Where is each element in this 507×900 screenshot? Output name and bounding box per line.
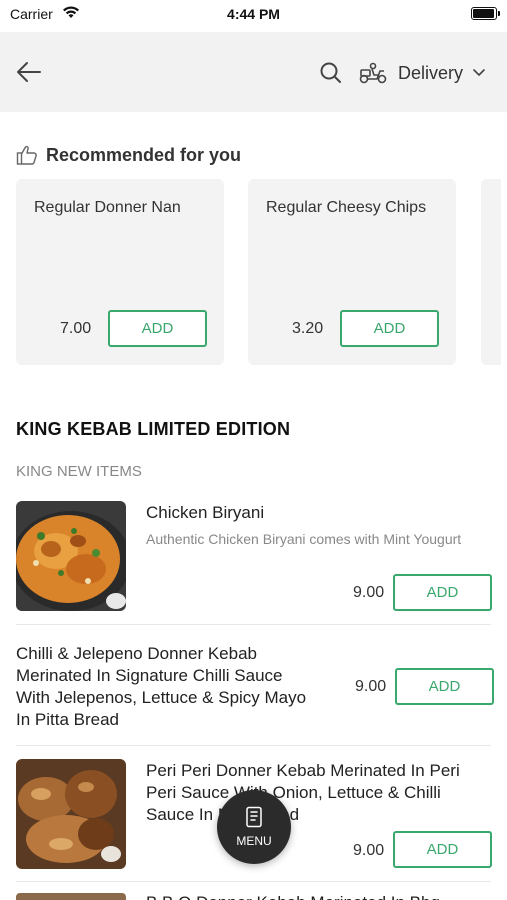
menu-item-name: B.B.Q Donner Kebab Merinated In Bbq <box>146 892 440 900</box>
add-button[interactable]: ADD <box>393 574 492 611</box>
add-button[interactable]: ADD <box>108 310 207 347</box>
category-title: KING KEBAB LIMITED EDITION <box>16 419 291 439</box>
add-button[interactable]: ADD <box>395 668 494 705</box>
bbq-kebab-image[interactable] <box>16 893 126 900</box>
menu-item-price: 9.00 <box>355 678 387 695</box>
recommended-item-name: Regular Cheesy Chips <box>266 199 427 216</box>
back-arrow-icon[interactable] <box>14 58 44 86</box>
menu-item-name: Chilli & Jelepeno Donner Kebab Merinated… <box>16 644 307 729</box>
recommended-title: Recommended for you <box>46 144 242 165</box>
recommended-item-price: 3.20 <box>292 320 324 337</box>
divider <box>16 881 491 882</box>
menu-item-name: Chicken Biryani <box>146 503 265 522</box>
menu-item-name: Peri Peri Donner Kebab Merinated In Peri… <box>146 761 460 824</box>
battery-icon <box>471 7 500 20</box>
menu-item-price: 9.00 <box>353 842 385 859</box>
menu-book-icon <box>246 806 262 828</box>
menu-item-description: Authentic Chicken Biryani comes with Min… <box>146 531 462 547</box>
kebab-photo <box>16 759 126 869</box>
recommended-card[interactable]: Regular Cheesy Chips 3.20 ADD <box>248 179 456 365</box>
add-button[interactable]: ADD <box>393 831 492 868</box>
delivery-mode-selector[interactable]: Delivery <box>358 58 485 88</box>
thumbs-up-icon <box>16 145 37 165</box>
chevron-down-icon <box>473 69 485 76</box>
delivery-label: Delivery <box>398 62 464 83</box>
clock: 4:44 PM <box>227 6 280 22</box>
status-bar: Carrier 4:44 PM <box>0 0 507 30</box>
divider <box>16 745 491 746</box>
search-icon[interactable] <box>318 60 344 86</box>
recommended-item-price: 7.00 <box>60 320 92 337</box>
nav-bar: Delivery <box>0 32 507 112</box>
menu-item-price: 9.00 <box>353 584 385 601</box>
menu-fab-label: MENU <box>236 834 272 848</box>
recommended-item-name: Regular Donner Nan <box>34 199 181 216</box>
subcategory-title: KING NEW ITEMS <box>16 463 142 480</box>
biryani-photo <box>16 501 126 611</box>
divider <box>16 624 491 625</box>
scooter-icon <box>359 62 387 84</box>
recommended-header: Recommended for you <box>16 144 241 166</box>
menu-fab-button[interactable]: MENU <box>217 790 291 864</box>
chicken-biryani-image[interactable] <box>16 501 126 611</box>
recommended-card[interactable]: Regular Donner Nan 7.00 ADD <box>16 179 224 365</box>
add-button[interactable]: ADD <box>340 310 439 347</box>
peri-peri-kebab-image[interactable] <box>16 759 126 869</box>
recommended-card-peek[interactable] <box>481 179 501 365</box>
